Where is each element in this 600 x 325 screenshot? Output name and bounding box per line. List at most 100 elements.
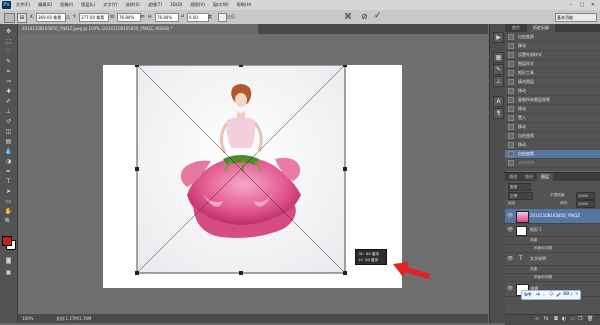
history-item[interactable]: 矩形工具 — [505, 69, 600, 78]
menu-window[interactable]: 窗口(W) — [213, 2, 229, 8]
menu-filter[interactable]: 滤镜(T) — [148, 2, 162, 8]
history-item[interactable]: 设置外部样式 — [505, 51, 600, 60]
zoom-tool-icon[interactable]: 🔍 — [3, 217, 14, 226]
ime-toolbar[interactable]: S中 中 。 ☺ 🎤 ⌨ 👕 ✎ — [521, 290, 581, 300]
document-tab[interactable]: 20141108165850_YNiQZ.jpeg @ 100% (201411… — [18, 24, 258, 34]
ime-voice-icon[interactable]: 🎤 — [556, 292, 561, 297]
gradient-tool-icon[interactable]: ▤ — [3, 137, 14, 146]
visibility-eye-icon[interactable]: 👁 — [507, 227, 513, 233]
reference-point-icon[interactable]: ⊞ — [17, 13, 27, 23]
tab-channels[interactable]: 通道 — [505, 173, 521, 181]
layer-effect-item[interactable]: 斜面和浮雕 — [505, 245, 600, 253]
path-select-tool-icon[interactable]: ➤ — [3, 187, 14, 196]
angle-field[interactable]: 0.00 — [187, 13, 209, 22]
hand-tool-icon[interactable]: ✋ — [3, 207, 14, 216]
layer-effects-row[interactable]: 效果 — [505, 266, 600, 274]
history-item[interactable]: 自由变换 — [505, 132, 600, 141]
group-icon[interactable]: ▭ — [570, 316, 575, 322]
warp-icon[interactable]: ⌘ — [344, 12, 352, 21]
status-zoom[interactable]: 100% — [22, 314, 33, 323]
width-field[interactable]: 76.84% — [117, 13, 141, 22]
play-icon[interactable]: ▶ — [493, 32, 504, 43]
ime-punctuation[interactable]: 。 — [543, 291, 547, 297]
layer-row-rectangle[interactable]: 👁 矩形 1 — [505, 224, 600, 237]
history-item-undone[interactable]: 自由变换 — [505, 159, 600, 168]
x-field[interactable]: 369.00 像素 — [36, 13, 66, 22]
link-icon[interactable]: ∞ — [140, 13, 145, 20]
history-item[interactable]: 置入 — [505, 114, 600, 123]
clone-panel-icon[interactable]: ⊥ — [493, 76, 504, 87]
history-item[interactable]: 移动 — [505, 42, 600, 51]
eraser-tool-icon[interactable]: ◫ — [3, 127, 14, 136]
maximize-button[interactable]: □ — [577, 1, 587, 9]
opacity-field[interactable]: 100% — [576, 192, 595, 200]
history-item-current[interactable]: 自由变换 — [505, 150, 600, 159]
tab-layers[interactable]: 图层 — [537, 173, 553, 181]
healing-tool-icon[interactable]: ✚ — [3, 87, 14, 96]
blur-tool-icon[interactable]: 💧 — [3, 147, 14, 156]
stamp-tool-icon[interactable]: ⊥ — [3, 107, 14, 116]
foreground-color-swatch[interactable] — [2, 236, 12, 246]
fx-icon[interactable]: fx — [544, 316, 549, 322]
history-item[interactable]: 图层样式 — [505, 60, 600, 69]
tab-history[interactable]: 历史记录 — [527, 24, 555, 32]
ime-chinese-mode[interactable]: 中 — [536, 292, 540, 298]
paragraph-panel-icon[interactable]: ¶ — [493, 108, 504, 119]
height-field[interactable]: 76.84% — [155, 13, 179, 22]
transform-handle-br[interactable] — [343, 271, 347, 275]
cancel-transform-icon[interactable]: ⊘ — [361, 12, 368, 21]
interpolation-checkbox[interactable] — [218, 13, 227, 22]
workspace-switcher[interactable]: 基本功能 — [555, 13, 597, 22]
menu-select[interactable]: 选择(S) — [125, 2, 139, 8]
brush-tool-icon[interactable]: ✐ — [3, 97, 14, 106]
adjustment-icon[interactable]: ◐ — [562, 316, 566, 322]
minimize-button[interactable]: – — [566, 1, 576, 9]
mask-icon[interactable]: ◘ — [554, 316, 558, 322]
y-field[interactable]: 277.00 像素 — [79, 13, 109, 22]
history-item[interactable]: 填充图层 — [505, 78, 600, 87]
visibility-eye-icon[interactable]: 👁 — [507, 256, 513, 262]
screen-mode-icon[interactable]: ▣ — [3, 268, 14, 277]
layer-kind-filter[interactable]: 类型 — [508, 183, 531, 191]
brush-panel-icon[interactable]: ✎ — [493, 64, 504, 75]
menu-type[interactable]: 文字(Y) — [103, 2, 117, 8]
commit-transform-icon[interactable]: ✓ — [374, 11, 382, 21]
ime-emoji-icon[interactable]: ☺ — [549, 292, 554, 297]
menu-view[interactable]: 视图(V) — [190, 2, 205, 8]
visibility-eye-icon[interactable]: 👁 — [507, 213, 513, 219]
close-button[interactable]: ✕ — [588, 1, 598, 9]
eyedropper-tool-icon[interactable]: ⊸ — [3, 77, 14, 86]
character-panel-icon[interactable]: A — [493, 96, 504, 107]
history-item[interactable]: 移动 — [505, 87, 600, 96]
history-item[interactable]: 移动 — [505, 123, 600, 132]
lasso-tool-icon[interactable]: ➰ — [3, 47, 14, 56]
layer-effect-item[interactable]: 斜面和浮雕 — [505, 274, 600, 282]
blend-mode-select[interactable]: 正常 — [508, 192, 533, 200]
ime-handwrite-icon[interactable]: ✎ — [575, 292, 579, 297]
menu-edit[interactable]: 编辑(E) — [38, 2, 52, 8]
ime-skin-icon[interactable]: 👕 — [569, 292, 574, 297]
tab-paths[interactable]: 路径 — [521, 173, 537, 181]
history-panel-icon[interactable]: ▦ — [493, 52, 504, 63]
tab-color[interactable]: 颜色 — [505, 24, 527, 32]
layer-row-image[interactable]: 👁 20141108165850_YNiQZ — [505, 209, 600, 224]
layer-effects-row[interactable]: 效果 — [505, 237, 600, 245]
new-layer-icon[interactable]: ❐ — [578, 316, 582, 322]
marquee-tool-icon[interactable]: ⬚ — [3, 37, 14, 46]
crop-tool-icon[interactable]: ⌗ — [3, 67, 14, 76]
layer-row-text[interactable]: 👁 T 文字说明 — [505, 253, 600, 266]
trash-icon[interactable]: 🗑 — [587, 316, 593, 322]
tool-preset-icon[interactable] — [4, 13, 15, 23]
fill-field[interactable]: 100% — [576, 200, 595, 208]
menu-file[interactable]: 文件(F) — [16, 2, 30, 8]
menu-help[interactable]: 帮助(H) — [237, 2, 252, 8]
history-brush-tool-icon[interactable]: ↺ — [3, 117, 14, 126]
history-item[interactable]: 自由变换 — [505, 33, 600, 42]
quick-mask-icon[interactable]: ◙ — [3, 256, 14, 265]
transform-handle-bottom[interactable] — [239, 271, 243, 275]
transform-handle-right[interactable] — [343, 167, 347, 171]
transform-handle-tl[interactable] — [135, 65, 139, 67]
transform-handle-top[interactable] — [239, 65, 243, 67]
move-tool-icon[interactable]: ✥ — [3, 27, 14, 36]
menu-image[interactable]: 图像(I) — [60, 2, 73, 8]
